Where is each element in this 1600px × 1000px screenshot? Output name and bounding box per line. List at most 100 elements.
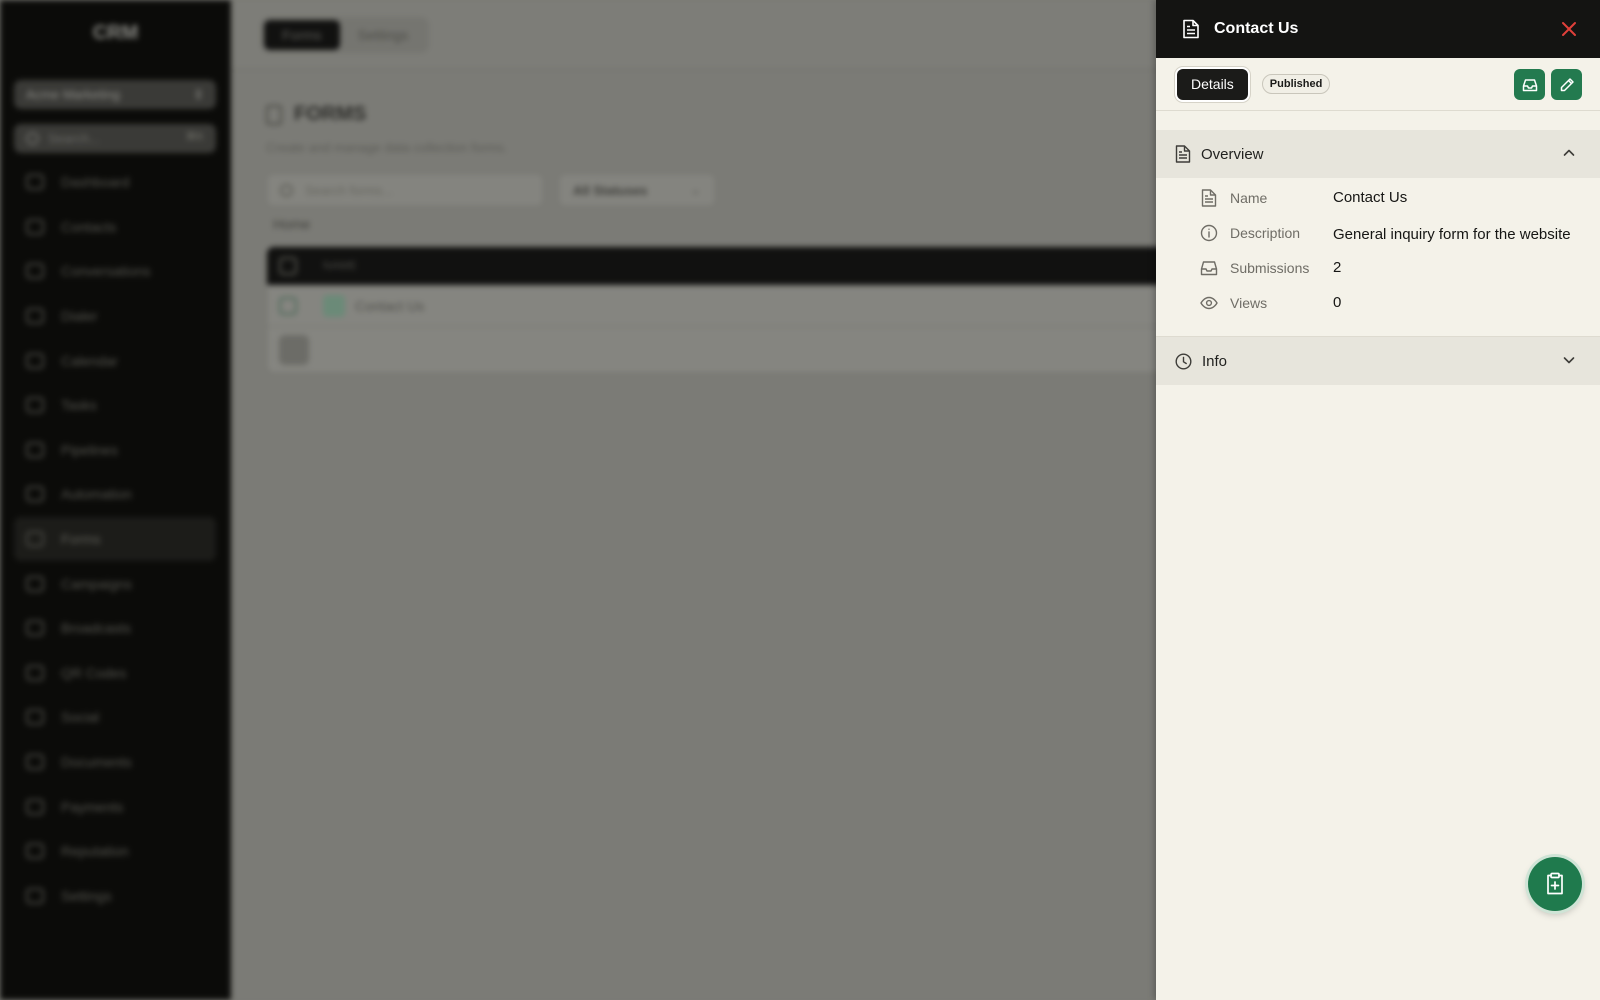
sidebar-nav: Dashboard Contacts Conversations Dialer … xyxy=(14,160,216,918)
sidebar-item-payments[interactable]: Payments xyxy=(14,784,216,829)
chevron-updown-icon: ⇕ xyxy=(193,87,204,102)
tab-forms[interactable]: Forms xyxy=(264,20,340,50)
field-submissions: Submissions 2 xyxy=(1156,258,1600,293)
sidebar-item-conversations[interactable]: Conversations xyxy=(14,249,216,294)
sidebar-item-qr-codes[interactable]: QR Codes xyxy=(14,651,216,696)
chat-icon xyxy=(26,263,44,280)
new-form-fab[interactable] xyxy=(1528,857,1582,911)
smartphone-icon xyxy=(26,620,44,637)
document-icon xyxy=(26,531,44,548)
inbox-icon xyxy=(1200,261,1218,276)
info-label: Info xyxy=(1202,352,1228,370)
sidebar-search[interactable]: Search... ⌘K xyxy=(14,124,216,153)
table-row[interactable]: Contact Us xyxy=(267,285,1165,327)
search-icon xyxy=(280,184,293,197)
tab-details[interactable]: Details xyxy=(1177,68,1248,100)
sidebar-item-contacts[interactable]: Contacts xyxy=(14,205,216,250)
clipboard-plus-icon xyxy=(1547,872,1563,895)
field-value: General inquiry form for the website xyxy=(1333,226,1571,243)
forms-table: NAME Contact Us xyxy=(266,246,1166,374)
drawer-header: Contact Us xyxy=(1156,0,1600,58)
eye-icon xyxy=(1200,296,1218,310)
qr-code-icon xyxy=(26,664,44,681)
mail-icon xyxy=(26,575,44,592)
tab-settings[interactable]: Settings xyxy=(340,20,427,50)
clock-icon xyxy=(1175,352,1192,370)
overview-section: Overview Name Contact Us Description Gen… xyxy=(1156,130,1600,337)
form-detail-drawer: Contact Us Details Published Overview Na… xyxy=(1156,0,1600,1000)
overview-body: Name Contact Us Description General inqu… xyxy=(1156,178,1600,337)
share-icon xyxy=(26,709,44,726)
brand-logo: CRM xyxy=(92,22,139,44)
sidebar-item-pipelines[interactable]: Pipelines xyxy=(14,428,216,473)
inbox-icon xyxy=(1522,78,1537,91)
sidebar-item-reputation[interactable]: Reputation xyxy=(14,829,216,874)
document-icon xyxy=(266,104,282,125)
view-submissions-button[interactable] xyxy=(1514,69,1545,100)
table-settings-button[interactable] xyxy=(279,335,309,365)
page-title: FORMS xyxy=(266,103,366,126)
sidebar-item-broadcasts[interactable]: Broadcasts xyxy=(14,606,216,651)
robot-icon xyxy=(26,486,44,503)
sidebar-item-automation[interactable]: Automation xyxy=(14,472,216,517)
sidebar: CRM Acme Marketing ⇕ Search... ⌘K Dashbo… xyxy=(0,0,231,1000)
sidebar-item-forms[interactable]: Forms xyxy=(14,516,216,562)
sidebar-item-dialer[interactable]: Dialer xyxy=(14,294,216,339)
field-name: Name Contact Us xyxy=(1156,188,1600,223)
sidebar-item-campaigns[interactable]: Campaigns xyxy=(14,561,216,606)
chevron-down-icon: ⌄ xyxy=(690,182,701,197)
document-icon xyxy=(1175,145,1191,163)
chevron-up-icon xyxy=(1563,149,1575,156)
dashboard-icon xyxy=(26,174,44,191)
status-filter-select[interactable]: All Statuses ⌄ xyxy=(558,173,716,207)
pipeline-icon xyxy=(26,441,44,458)
row-checkbox[interactable] xyxy=(279,296,297,315)
field-label: Description xyxy=(1230,225,1301,241)
page-subtitle: Create and manage data collection forms. xyxy=(266,140,508,155)
form-icon xyxy=(323,294,345,317)
document-icon xyxy=(1201,189,1217,207)
sidebar-item-calendar[interactable]: Calendar xyxy=(14,338,216,383)
sidebar-item-settings[interactable]: Settings xyxy=(14,874,216,919)
drawer-toolbar: Details Published xyxy=(1156,58,1600,111)
info-circle-icon xyxy=(1200,224,1218,242)
close-icon[interactable] xyxy=(1560,20,1578,38)
select-all-checkbox[interactable] xyxy=(279,257,297,275)
field-label: Submissions xyxy=(1230,260,1310,276)
sidebar-item-social[interactable]: Social xyxy=(14,695,216,740)
sidebar-item-tasks[interactable]: Tasks xyxy=(14,383,216,428)
overview-header[interactable]: Overview xyxy=(1156,130,1600,178)
forms-search-input[interactable]: Search forms... xyxy=(266,173,544,207)
tab-group: Forms Settings xyxy=(261,17,430,53)
status-badge: Published xyxy=(1261,74,1331,94)
field-label: Views xyxy=(1230,295,1268,311)
folder-icon xyxy=(26,397,44,414)
pencil-icon xyxy=(1560,77,1574,91)
info-header[interactable]: Info xyxy=(1156,337,1600,385)
field-value: 0 xyxy=(1333,294,1342,311)
sidebar-search-placeholder: Search... xyxy=(48,131,101,146)
drawer-title: Contact Us xyxy=(1214,20,1299,37)
edit-button[interactable] xyxy=(1551,69,1582,100)
org-select-value: Acme Marketing xyxy=(26,87,120,102)
calendar-icon xyxy=(26,352,44,369)
search-shortcut: ⌘K xyxy=(185,131,204,143)
users-icon xyxy=(26,218,44,235)
table-header: NAME xyxy=(267,247,1165,285)
sidebar-item-dashboard[interactable]: Dashboard xyxy=(14,160,216,205)
phone-icon xyxy=(26,308,44,325)
receipt-icon xyxy=(26,798,44,815)
star-icon xyxy=(26,843,44,860)
row-name: Contact Us xyxy=(355,297,425,314)
table-footer xyxy=(267,327,1165,373)
sidebar-item-documents[interactable]: Documents xyxy=(14,740,216,785)
chevron-down-icon xyxy=(1563,357,1575,364)
overview-label: Overview xyxy=(1201,145,1264,163)
field-description: Description General inquiry form for the… xyxy=(1156,223,1600,258)
field-value: 2 xyxy=(1333,259,1342,276)
search-icon xyxy=(26,132,39,145)
file-edit-icon xyxy=(26,754,44,771)
org-select[interactable]: Acme Marketing ⇕ xyxy=(14,80,216,109)
breadcrumb[interactable]: Home xyxy=(273,216,310,232)
field-views: Views 0 xyxy=(1156,293,1600,328)
